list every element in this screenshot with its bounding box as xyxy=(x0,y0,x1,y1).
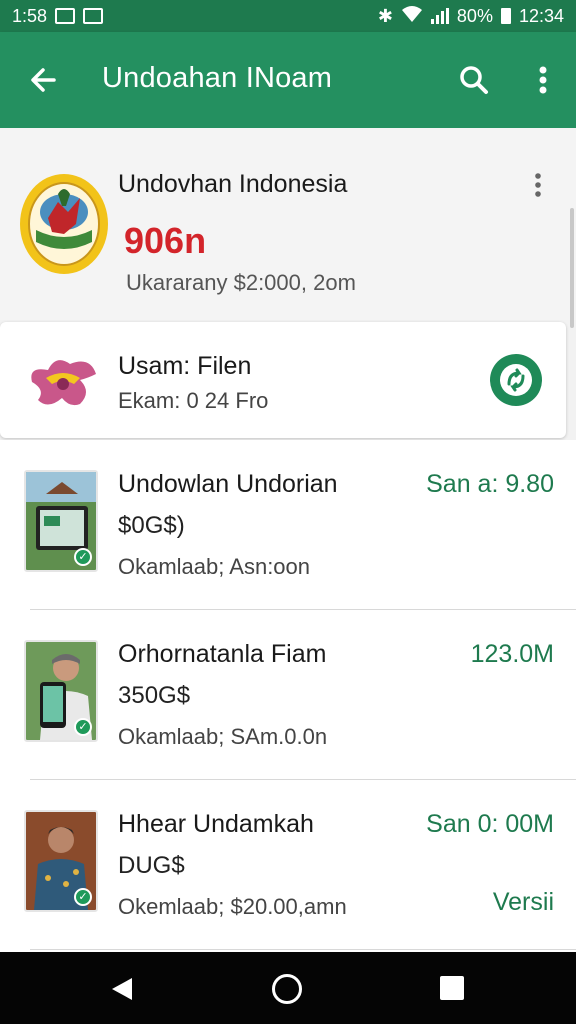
item-subtitle: DUG$ xyxy=(118,852,185,879)
bluetooth-icon: ✱ xyxy=(377,5,393,26)
app-bar-title: Undoahan INoam xyxy=(102,62,333,94)
emblem-logo xyxy=(18,172,110,276)
status-bar-right: ✱ 80% 12:34 xyxy=(378,5,564,28)
item-list: ✓ Undowlan Undorian $0G$) Okamlaab; Asn:… xyxy=(0,440,576,952)
status-bar: 1:58 ✱ 80% 12:34 xyxy=(0,0,576,32)
item-title: Hhear Undamkah xyxy=(118,810,314,838)
item-thumbnail: ✓ xyxy=(24,470,98,572)
signal-icon xyxy=(430,8,449,24)
item-value: San a: 9.80 xyxy=(426,470,554,498)
back-arrow-icon[interactable] xyxy=(24,60,64,100)
item-title: Undowlan Undorian xyxy=(118,470,338,498)
list-item[interactable]: ✓ Hhear Undamkah DUG$ Okemlaab; $20.00,a… xyxy=(0,780,576,950)
battery-percent: 80% xyxy=(456,5,493,26)
sync-icon[interactable] xyxy=(490,354,542,406)
list-item[interactable]: ✓ Undowlan Undorian $0G$) Okamlaab; Asn:… xyxy=(0,440,576,610)
nav-home-icon[interactable] xyxy=(272,974,302,1004)
search-icon[interactable] xyxy=(454,60,494,100)
nav-back-icon[interactable] xyxy=(108,974,138,1004)
status-bar-left: 1:58 xyxy=(12,5,104,27)
list-item[interactable]: ✓ Orhornatanla Fiam 350G$ Okamlaab; SAm.… xyxy=(0,610,576,780)
more-vert-icon[interactable] xyxy=(528,60,558,100)
garuda-logo xyxy=(26,348,100,412)
item-meta: Okemlaab; $20.00,amn xyxy=(118,894,347,919)
item-value: 123.0M xyxy=(470,640,554,668)
battery-icon xyxy=(500,8,511,24)
highlight-subtitle: Ekam: 0 24 Fro xyxy=(118,388,269,413)
header-more-icon[interactable] xyxy=(528,170,548,200)
header-number: 906n xyxy=(124,220,207,261)
item-version-tag[interactable]: Versii xyxy=(493,888,554,917)
item-title: Orhornatanla Fiam xyxy=(118,640,327,668)
notification-icon xyxy=(55,8,76,24)
item-meta: Okamlaab; SAm.0.0n xyxy=(118,724,328,749)
divider xyxy=(30,949,576,950)
scrollbar[interactable] xyxy=(570,208,574,328)
verified-check-icon: ✓ xyxy=(74,718,92,736)
item-meta: Okamlaab; Asn:oon xyxy=(118,554,311,579)
status-time-left: 1:58 xyxy=(12,5,48,26)
item-value: San 0: 00M xyxy=(426,810,554,838)
header-title: Undovhan Indonesia xyxy=(118,170,348,198)
image-notification-icon xyxy=(83,8,104,24)
item-thumbnail: ✓ xyxy=(24,640,98,742)
header-card: Undovhan Indonesia 906n Ukararany $2:000… xyxy=(0,128,576,328)
verified-check-icon: ✓ xyxy=(74,888,92,906)
highlight-title: Usam: Filen xyxy=(118,352,252,380)
item-subtitle: 350G$ xyxy=(118,682,191,709)
nav-recents-icon[interactable] xyxy=(440,976,464,1000)
header-subtitle: Ukararany $2:000, 2om xyxy=(126,270,356,295)
verified-check-icon: ✓ xyxy=(74,548,92,566)
item-subtitle: $0G$) xyxy=(118,512,185,539)
status-time-right: 12:34 xyxy=(518,5,564,26)
highlight-card[interactable]: Usam: Filen Ekam: 0 24 Fro xyxy=(0,322,566,438)
wifi-icon xyxy=(401,5,423,28)
app-bar: Undoahan INoam xyxy=(0,32,576,128)
navigation-bar xyxy=(0,952,576,1024)
item-thumbnail: ✓ xyxy=(24,810,98,912)
